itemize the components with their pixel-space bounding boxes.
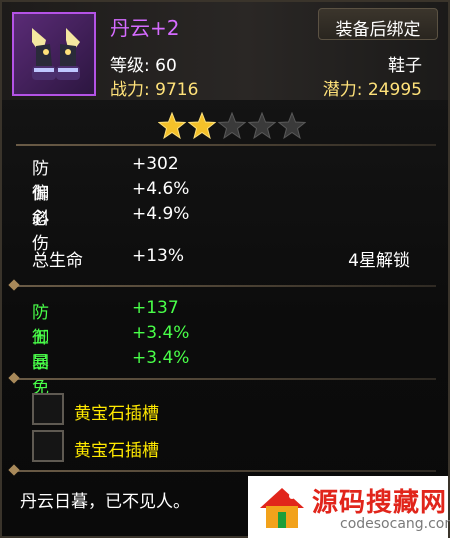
house-logo-icon xyxy=(260,488,304,528)
extra-stat-value: +3.4% xyxy=(132,348,190,368)
divider-ornament xyxy=(8,372,20,384)
gem-socket-label: 黄宝石插槽 xyxy=(74,404,159,424)
item-level: 等级: 60 xyxy=(110,56,177,76)
item-tooltip: 丹云+2 装备后绑定 等级: 60 鞋子 战力: 9716 潜力: 24995 … xyxy=(0,0,450,538)
site-watermark: 源码搜藏网 codesocang.com xyxy=(248,476,450,538)
star-empty-icon xyxy=(278,112,306,140)
watermark-cn: 源码搜藏网 xyxy=(312,488,448,518)
item-type: 鞋子 xyxy=(388,56,422,76)
watermark-en: codesocang.com xyxy=(340,516,450,532)
flavor-text: 丹云日暮，已不见人。 xyxy=(20,492,190,512)
star-filled-icon xyxy=(188,112,216,140)
star-filled-icon xyxy=(158,112,186,140)
winged-boots-icon xyxy=(32,28,80,80)
item-icon-frame xyxy=(12,12,96,96)
divider-ornament xyxy=(8,464,20,476)
gem-socket[interactable] xyxy=(32,430,64,462)
star-empty-icon xyxy=(248,112,276,140)
item-potential: 潜力: 24995 xyxy=(322,80,422,100)
bonus-stat-value: +13% xyxy=(132,246,185,266)
divider xyxy=(8,372,436,384)
base-stat-value: +4.9% xyxy=(132,204,190,224)
extra-stat-value: +3.4% xyxy=(132,323,190,343)
extra-stat-label: 暴免 xyxy=(32,353,49,398)
divider-ornament xyxy=(8,279,20,291)
base-stat-value: +4.6% xyxy=(132,179,190,199)
divider xyxy=(8,464,436,476)
star-rating xyxy=(158,112,318,142)
star-empty-icon xyxy=(218,112,246,140)
divider xyxy=(16,144,436,146)
gem-socket[interactable] xyxy=(32,393,64,425)
extra-stat-value: +137 xyxy=(132,298,179,318)
bind-status-label: 装备后绑定 xyxy=(335,20,421,40)
tooltip-header: 丹云+2 装备后绑定 等级: 60 鞋子 战力: 9716 潜力: 24995 xyxy=(2,2,448,100)
bonus-stat-label: 总生命 xyxy=(32,251,83,271)
item-power: 战力: 9716 xyxy=(110,80,199,100)
item-name: 丹云+2 xyxy=(110,16,180,40)
bonus-stat-unlock: 4星解锁 xyxy=(348,251,410,271)
gem-socket-label: 黄宝石插槽 xyxy=(74,441,159,461)
bind-status-badge: 装备后绑定 xyxy=(318,8,438,40)
base-stat-value: +302 xyxy=(132,154,179,174)
divider xyxy=(8,279,436,291)
